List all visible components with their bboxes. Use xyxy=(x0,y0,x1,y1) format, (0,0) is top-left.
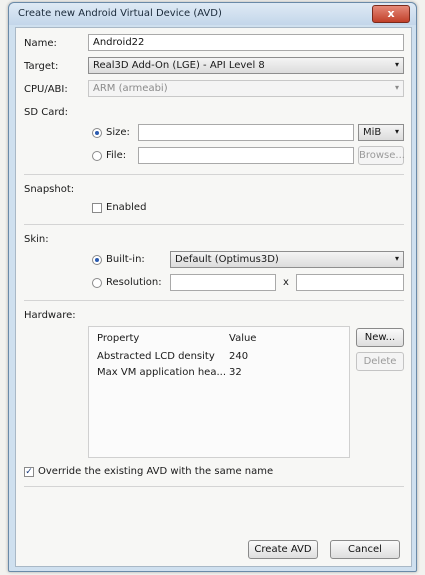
skin-resolution-label: Resolution: xyxy=(106,277,162,288)
row-property: Abstracted LCD density xyxy=(97,351,215,362)
skin-label: Skin: xyxy=(24,234,49,245)
sdcard-size-field[interactable] xyxy=(138,124,354,141)
cpu-abi-label: CPU/ABI: xyxy=(24,84,68,95)
cancel-button[interactable]: Cancel xyxy=(330,540,400,559)
sdcard-file-radio[interactable] xyxy=(92,151,102,161)
sdcard-file-label: File: xyxy=(106,150,127,161)
column-header-value: Value xyxy=(229,333,257,344)
resolution-height-field[interactable] xyxy=(296,274,404,291)
skin-builtin-value: Default (Optimus3D) xyxy=(175,254,279,265)
row-value: 32 xyxy=(229,367,242,378)
divider xyxy=(24,174,404,175)
resolution-separator: x xyxy=(283,277,289,288)
skin-builtin-label: Built-in: xyxy=(106,254,145,265)
title-bar: Create new Android Virtual Device (AVD) … xyxy=(9,3,416,25)
chevron-down-icon: ▾ xyxy=(394,60,399,69)
sdcard-size-radio[interactable] xyxy=(92,128,102,138)
sdcard-unit-select[interactable]: MiB ▾ xyxy=(358,124,404,141)
divider xyxy=(24,486,404,487)
target-value: Real3D Add-On (LGE) - API Level 8 xyxy=(93,60,265,71)
chevron-down-icon: ▾ xyxy=(394,254,399,263)
skin-builtin-radio[interactable] xyxy=(92,255,102,265)
close-button[interactable]: x xyxy=(372,5,410,23)
skin-resolution-radio[interactable] xyxy=(92,278,102,288)
divider xyxy=(24,300,404,301)
column-header-property: Property xyxy=(97,333,140,344)
dialog-content: Name: Android22 Target: Real3D Add-On (L… xyxy=(15,27,412,567)
delete-property-button[interactable]: Delete xyxy=(356,352,404,371)
cpu-abi-select[interactable]: ARM (armeabi) ▾ xyxy=(88,80,404,97)
chevron-down-icon: ▾ xyxy=(394,83,399,92)
browse-button[interactable]: Browse... xyxy=(358,146,405,165)
resolution-width-field[interactable] xyxy=(170,274,276,291)
target-select[interactable]: Real3D Add-On (LGE) - API Level 8 ▾ xyxy=(88,57,404,74)
window-title: Create new Android Virtual Device (AVD) xyxy=(18,8,222,19)
target-label: Target: xyxy=(24,61,59,72)
snapshot-enabled-label: Enabled xyxy=(106,202,147,213)
new-property-button[interactable]: New... xyxy=(356,328,404,347)
snapshot-label: Snapshot: xyxy=(24,184,75,195)
row-value: 240 xyxy=(229,351,249,362)
row-property: Max VM application hea... xyxy=(97,367,226,378)
override-label: Override the existing AVD with the same … xyxy=(38,466,274,477)
skin-builtin-select[interactable]: Default (Optimus3D) ▾ xyxy=(170,251,404,268)
sdcard-label: SD Card: xyxy=(24,107,68,118)
snapshot-enabled-checkbox[interactable] xyxy=(92,203,102,213)
chevron-down-icon: ▾ xyxy=(394,127,399,136)
cpu-abi-value: ARM (armeabi) xyxy=(93,83,168,94)
hardware-label: Hardware: xyxy=(24,310,76,321)
name-field[interactable]: Android22 xyxy=(88,34,404,51)
divider xyxy=(24,224,404,225)
name-label: Name: xyxy=(24,38,57,49)
hardware-table[interactable]: Property Value Abstracted LCD density 24… xyxy=(88,326,350,458)
override-checkbox[interactable]: ✓ xyxy=(24,467,34,477)
sdcard-size-label: Size: xyxy=(106,127,130,138)
create-avd-button[interactable]: Create AVD xyxy=(248,540,318,559)
avd-dialog-window: Create new Android Virtual Device (AVD) … xyxy=(8,2,417,572)
sdcard-unit-value: MiB xyxy=(363,127,382,138)
sdcard-file-field[interactable] xyxy=(138,147,354,164)
